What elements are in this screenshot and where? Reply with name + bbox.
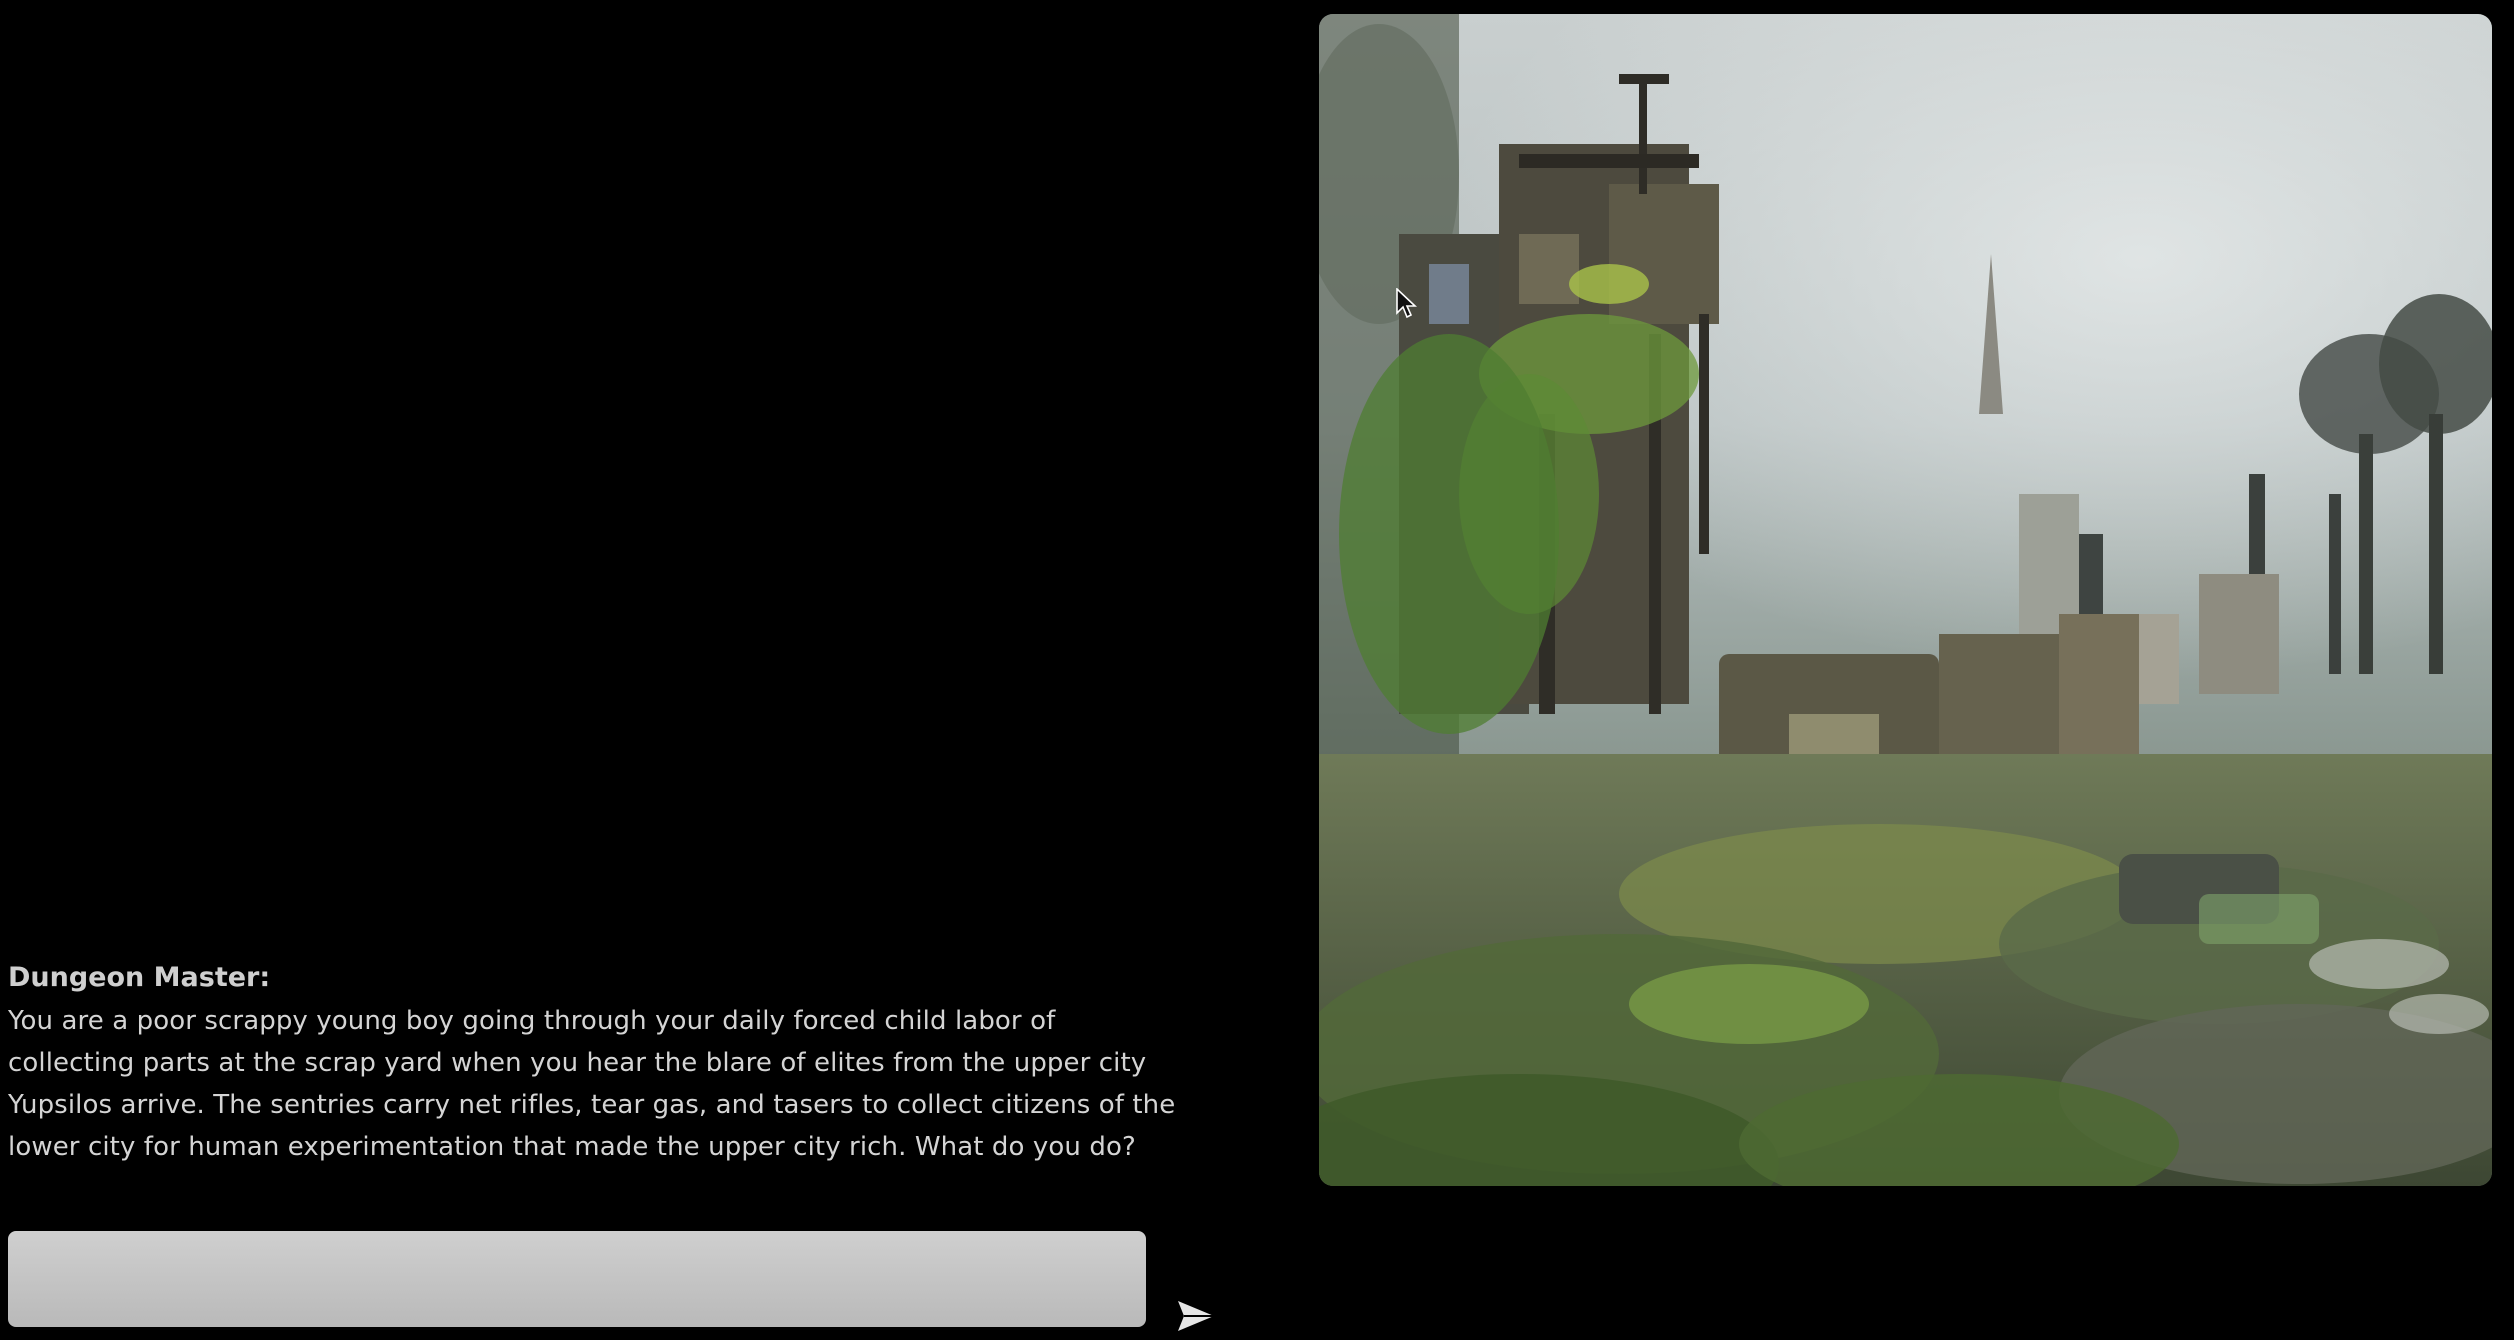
narration-line: Yupsilos arrive. The sentries carry net …: [8, 1090, 1176, 1120]
speaker-label: Dungeon Master:: [8, 962, 271, 993]
narration-line: collecting parts at the scrap yard when …: [8, 1048, 1147, 1078]
narration-line: lower city for human experimentation tha…: [8, 1132, 1136, 1162]
mouse-pointer-icon: [1396, 288, 1418, 319]
scene-image: [1319, 14, 2492, 1186]
scene-illustration: [1319, 14, 2492, 1186]
paper-plane-icon: [1178, 1301, 1214, 1331]
send-button[interactable]: [1176, 1296, 1220, 1336]
story-panel: Dungeon Master: You are a poor scrappy y…: [8, 960, 1238, 1168]
player-action-input[interactable]: [8, 1231, 1146, 1327]
narration-text: You are a poor scrappy young boy going t…: [8, 1000, 1238, 1168]
game-screen: Dungeon Master: You are a poor scrappy y…: [0, 0, 2514, 1340]
narration-line: You are a poor scrappy young boy going t…: [8, 1006, 1056, 1036]
